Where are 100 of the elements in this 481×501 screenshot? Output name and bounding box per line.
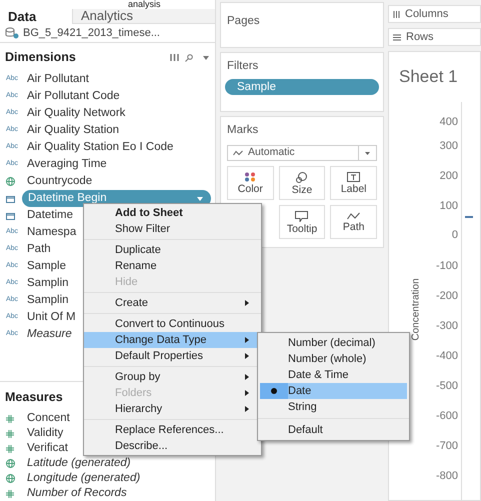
menu-item[interactable]: Date & Time [260, 367, 407, 383]
axis-title: Concentration [410, 278, 423, 341]
menu-item[interactable]: String [260, 399, 407, 415]
shape-icon [295, 172, 308, 182]
card-title: Filters [226, 59, 260, 74]
axis-tick-label: 0 [452, 230, 458, 241]
menu-item[interactable]: Default Properties [84, 348, 261, 364]
menu-item[interactable]: Default [260, 422, 407, 438]
axis-tick-label: -100 [436, 261, 458, 272]
grid-view-icon[interactable] [170, 54, 179, 62]
calendar-icon [6, 212, 15, 220]
card-title: Marks [227, 123, 260, 138]
columns-shelf[interactable]: Columns [388, 5, 481, 23]
globe-icon [6, 459, 15, 468]
menu-item[interactable]: Number (whole) [260, 351, 407, 367]
menu-item[interactable]: Hierarchy [84, 401, 261, 417]
data-source-name[interactable]: BG_5_9421_2013_timese... [23, 24, 160, 42]
axis-tick-label: -800 [436, 471, 458, 482]
dots-icon [244, 172, 256, 182]
line-icon [233, 150, 243, 156]
submenu-arrow-icon [245, 337, 249, 343]
number-type-icon [6, 444, 14, 452]
field-item[interactable]: Sample [22, 258, 66, 276]
submenu-arrow-icon [245, 353, 249, 359]
field-item[interactable]: Air Pollutant Code [22, 88, 120, 106]
field-item[interactable]: Samplin [22, 274, 69, 292]
menu-item[interactable]: Replace References... [84, 422, 261, 438]
axis-tick-label: -500 [436, 381, 458, 392]
field-item[interactable]: Measure [22, 326, 72, 344]
mark-property-button[interactable]: Color [227, 166, 274, 200]
field-item[interactable]: Air Quality Network [22, 104, 126, 122]
mark-property-button[interactable]: Size [278, 166, 326, 200]
field-item[interactable]: Verificat [22, 440, 68, 458]
axis-tick-label: 200 [440, 171, 458, 182]
axis-tick-label: -600 [436, 411, 458, 422]
rows-shelf[interactable]: Rows [388, 28, 481, 46]
field-item[interactable]: Longitude (generated) [22, 470, 140, 488]
line-icon [347, 212, 360, 220]
menu-item[interactable]: Duplicate [84, 242, 261, 258]
field-item[interactable]: Namespa [22, 224, 76, 242]
line-mark [465, 216, 473, 218]
dropdown-icon[interactable] [203, 56, 209, 60]
menu-item[interactable]: Number (decimal) [260, 335, 407, 351]
submenu-arrow-icon [245, 406, 249, 412]
menu-item[interactable]: Create [84, 295, 261, 311]
axis-tick-label: 100 [440, 201, 458, 212]
menu-item[interactable]: Date [260, 383, 407, 399]
submenu-arrow-icon [245, 390, 249, 396]
database-icon [5, 27, 19, 40]
axis-tick-label: -200 [436, 291, 458, 302]
caret-icon [197, 196, 203, 200]
columns-icon [393, 10, 400, 18]
bullet-icon [271, 388, 277, 394]
number-type-icon [6, 430, 14, 438]
field-item[interactable]: Validity [22, 424, 64, 442]
axis-tick-label: -300 [436, 321, 458, 332]
globe-icon [6, 474, 15, 483]
field-label: Datetime Begin [28, 190, 107, 206]
axis-tick-label: -700 [436, 441, 458, 452]
field-item[interactable]: Concent [22, 410, 70, 428]
field-item[interactable]: Latitude (generated) [22, 454, 131, 472]
field-item[interactable]: Number of Records [22, 484, 127, 501]
calendar-icon [6, 194, 15, 202]
field-item[interactable]: Countrycode [22, 172, 92, 190]
pane-tab[interactable]: Analytics [72, 9, 215, 24]
text-box-icon [347, 172, 360, 182]
caption: analysis [128, 0, 161, 9]
section-title: Measures [5, 390, 63, 404]
menu-item[interactable]: Add to Sheet [84, 205, 261, 221]
mark-type-dropdown[interactable]: Automatic [227, 145, 377, 162]
search-icon[interactable] [185, 54, 193, 62]
mark-property-button[interactable]: Label [330, 166, 377, 200]
axis-tick-label: -400 [436, 351, 458, 362]
field-item[interactable]: Air Quality Station Eo I Code [22, 138, 174, 156]
sheet-title: Sheet 1 [399, 66, 458, 88]
field-item[interactable]: Air Quality Station [22, 122, 120, 140]
field-item[interactable]: Path [22, 240, 51, 258]
field-item[interactable]: Averaging Time [22, 156, 107, 174]
submenu-arrow-icon [245, 300, 249, 306]
card-title: Pages [227, 15, 260, 27]
menu-item[interactable]: Describe... [84, 438, 261, 454]
globe-icon [6, 177, 15, 186]
section-title: Dimensions [5, 49, 76, 66]
number-type-icon [6, 414, 14, 422]
axis-tick-label: 300 [440, 141, 458, 152]
menu-item[interactable]: Rename [84, 258, 261, 274]
menu-item[interactable]: Convert to Continuous [84, 316, 261, 332]
axis-tick-label: 400 [440, 117, 458, 128]
menu-item[interactable]: Group by [84, 369, 261, 385]
menu-item[interactable]: Show Filter [84, 221, 261, 237]
mark-property-button[interactable]: Tooltip [278, 205, 326, 240]
caret-icon [365, 152, 370, 155]
rows-icon [393, 34, 401, 40]
field-item[interactable]: Air Pollutant [22, 70, 90, 88]
speech-bubble-icon [295, 210, 308, 222]
field-item[interactable]: Unit Of M [22, 308, 76, 326]
field-item[interactable]: Datetime [22, 206, 74, 224]
mark-property-button[interactable]: Path [330, 205, 377, 240]
number-type-icon [6, 490, 14, 498]
field-item[interactable]: Samplin [22, 292, 69, 310]
